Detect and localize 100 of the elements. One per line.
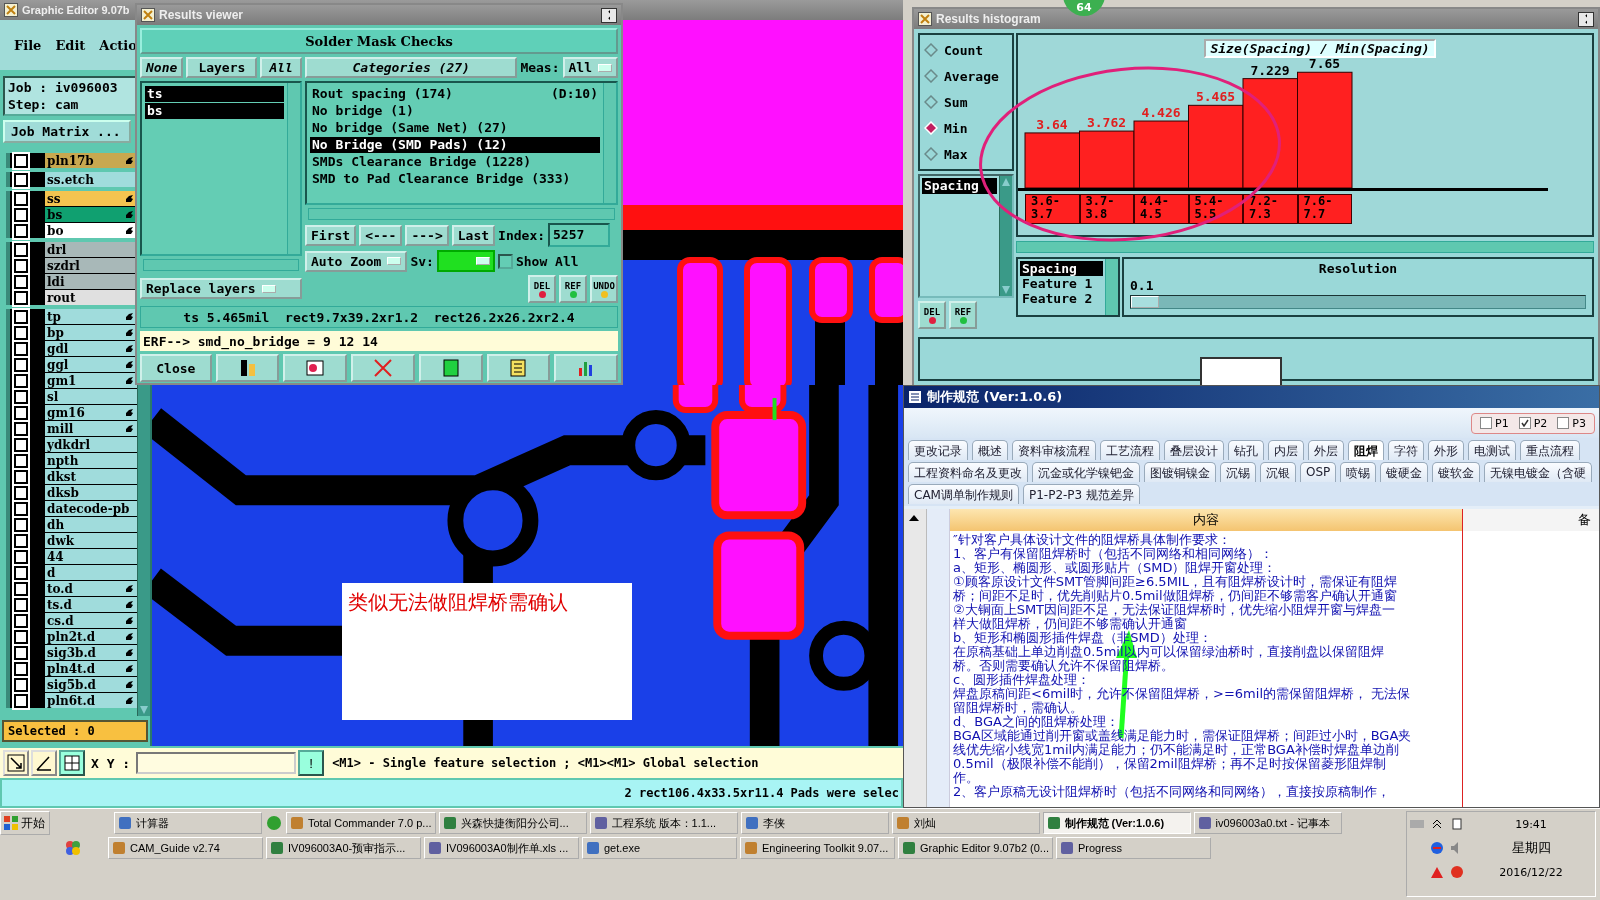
- layer-item[interactable]: cs.d: [45, 613, 137, 628]
- scrollbar[interactable]: [308, 208, 615, 220]
- xy-input-field[interactable]: [136, 752, 297, 774]
- measure-button[interactable]: [31, 750, 57, 776]
- taskbar-button[interactable]: 计算器: [114, 812, 262, 834]
- layer-checkbox[interactable]: [14, 645, 28, 660]
- plug-icon[interactable]: [1449, 816, 1465, 832]
- scrollbar[interactable]: [143, 259, 299, 271]
- taskbar-button[interactable]: 兴森快捷衡阳分公司...: [438, 812, 587, 834]
- tab[interactable]: 沉锡: [1220, 462, 1256, 482]
- tab[interactable]: 概述: [972, 440, 1008, 460]
- radio-button[interactable]: [924, 95, 938, 109]
- layer-filter-button[interactable]: Layers: [186, 57, 258, 78]
- layer-checkbox[interactable]: [14, 565, 28, 580]
- layer-checkbox[interactable]: [14, 274, 28, 289]
- close-button[interactable]: [1578, 11, 1594, 27]
- scrollbar[interactable]: [904, 509, 927, 807]
- tool-button[interactable]: [215, 354, 280, 382]
- nav-button[interactable]: First: [305, 224, 357, 246]
- taskbar-button[interactable]: iv096003a0.txt - 记事本: [1193, 812, 1342, 834]
- tab[interactable]: P1-P2-P3 规范差异: [1022, 484, 1141, 504]
- scrollbar[interactable]: [603, 83, 616, 203]
- layer-checkbox[interactable]: [14, 290, 28, 305]
- taskbar-button[interactable]: CAM_Guide v2.74: [108, 837, 263, 859]
- layer-checkbox[interactable]: [14, 437, 28, 452]
- layer-item[interactable]: dksb: [45, 485, 137, 500]
- layer-item[interactable]: drl: [45, 242, 137, 257]
- sv-dropdown[interactable]: [436, 250, 495, 272]
- level-checkbox[interactable]: [1518, 417, 1531, 429]
- tab[interactable]: 钻孔: [1228, 440, 1264, 460]
- taskbar-button[interactable]: Graphic Editor 9.07b2 (0...: [898, 837, 1053, 859]
- layer-item[interactable]: dkst: [45, 469, 137, 484]
- layer-item[interactable]: pln17b: [45, 153, 137, 168]
- layer-item[interactable]: datecode-pb: [45, 501, 137, 516]
- taskbar-button[interactable]: 制作规范 (Ver:1.0.6): [1042, 812, 1191, 834]
- layer-item[interactable]: bo: [45, 223, 137, 238]
- nav-button[interactable]: <---: [359, 224, 403, 246]
- layer-checkbox[interactable]: [14, 501, 28, 516]
- layer-checkbox[interactable]: [14, 469, 28, 484]
- layer-item[interactable]: ydkdrl: [45, 437, 137, 452]
- network-icon[interactable]: [1429, 840, 1445, 856]
- layer-checkbox[interactable]: [14, 153, 28, 168]
- radio-button[interactable]: [924, 43, 938, 57]
- category-item[interactable]: SMD to Pad Clearance Bridge (333): [310, 171, 600, 187]
- layer-checkbox[interactable]: [14, 341, 28, 356]
- replace-layers-dropdown[interactable]: Replace layers: [140, 278, 302, 299]
- layer-item[interactable]: bs: [45, 207, 137, 222]
- menu-item[interactable]: File: [14, 37, 42, 53]
- layer-item[interactable]: to.d: [45, 581, 137, 596]
- layer-checkbox[interactable]: [14, 309, 28, 324]
- taskbar-button[interactable]: Progress: [1056, 837, 1211, 859]
- layer-checkbox[interactable]: [14, 389, 28, 404]
- layer-filter-button[interactable]: All: [260, 57, 302, 78]
- grid-button[interactable]: [59, 750, 85, 776]
- meas-dropdown[interactable]: All: [562, 57, 618, 78]
- layer-checkbox[interactable]: [14, 453, 28, 468]
- layer-item[interactable]: mill: [45, 421, 137, 436]
- layer-item[interactable]: ts.d: [45, 597, 137, 612]
- tool-button[interactable]: DEL: [528, 275, 556, 303]
- layer-checkbox[interactable]: [14, 629, 28, 644]
- layer-item[interactable]: ss: [45, 191, 137, 206]
- tab[interactable]: 图镀铜镍金: [1144, 462, 1216, 482]
- scrollbar[interactable]: [287, 83, 300, 254]
- category-item[interactable]: No bridge (Same Net) (27): [310, 120, 600, 136]
- layer-item[interactable]: szdrl: [45, 258, 137, 273]
- tab[interactable]: OSP: [1300, 462, 1337, 482]
- close-button[interactable]: Close: [140, 354, 212, 382]
- layer-item[interactable]: gm16: [45, 405, 137, 420]
- tool-button[interactable]: UNDO: [590, 275, 618, 303]
- layer-checkbox[interactable]: [14, 258, 28, 273]
- tab[interactable]: 字符: [1388, 440, 1424, 460]
- scrollbar[interactable]: [1105, 259, 1118, 315]
- level-checkbox[interactable]: [1480, 417, 1493, 429]
- field-item[interactable]: Spacing: [1020, 261, 1103, 276]
- layer-item[interactable]: ldi: [45, 274, 137, 289]
- layer-item[interactable]: ss.etch: [45, 172, 137, 187]
- layer-item[interactable]: ts: [145, 86, 284, 102]
- tab[interactable]: 阻焊: [1348, 440, 1384, 460]
- taskbar-button[interactable]: get.exe: [582, 837, 737, 859]
- category-item[interactable]: No bridge (1): [310, 103, 600, 119]
- taskbar-button[interactable]: 工程系统 版本：1.1...: [589, 812, 738, 834]
- layer-item[interactable]: pln6t.d: [45, 693, 137, 708]
- category-item[interactable]: Rout spacing (174) (D:10): [310, 86, 600, 102]
- measure-item[interactable]: Spacing: [922, 178, 997, 194]
- layer-checkbox[interactable]: [14, 517, 28, 532]
- tab[interactable]: 资料审核流程: [1012, 440, 1096, 460]
- layer-checkbox[interactable]: [14, 207, 28, 222]
- layer-checkbox[interactable]: [14, 191, 28, 206]
- layer-item[interactable]: gdl: [45, 341, 137, 356]
- slider-thumb[interactable]: [1131, 296, 1159, 308]
- layer-checkbox[interactable]: [14, 677, 28, 692]
- categories-button[interactable]: Categories (27): [305, 57, 518, 78]
- taskbar-button[interactable]: 刘灿: [891, 812, 1040, 834]
- tab[interactable]: 电测试: [1468, 440, 1516, 460]
- layer-item[interactable]: dh: [45, 517, 137, 532]
- start-button[interactable]: 开始: [0, 811, 50, 835]
- tab[interactable]: 内层: [1268, 440, 1304, 460]
- layer-checkbox[interactable]: [14, 242, 28, 257]
- layer-checkbox[interactable]: [14, 325, 28, 340]
- layer-checkbox[interactable]: [14, 357, 28, 372]
